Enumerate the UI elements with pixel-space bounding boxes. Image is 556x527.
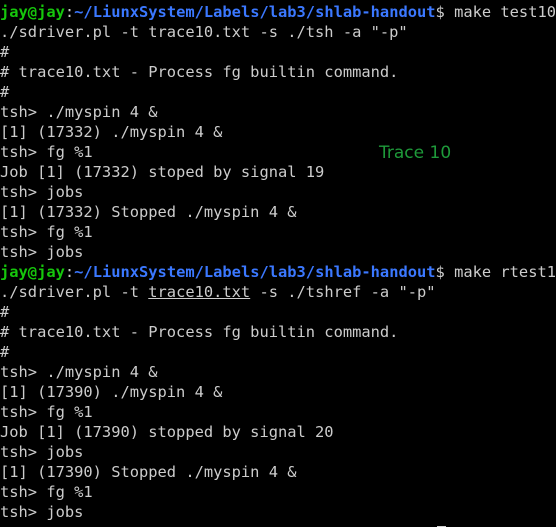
command-text: $ make rtest10 <box>435 263 556 281</box>
output-line: # trace10.txt - Process fg builtin comma… <box>0 323 399 341</box>
output-line: tsh> jobs <box>0 243 84 261</box>
output-line: tsh> jobs <box>0 443 84 461</box>
output-line: tsh> ./myspin 4 & <box>0 363 158 381</box>
prompt-line-test10: jay@jay:~/LiunxSystem/Labels/lab3/shlab-… <box>0 2 556 22</box>
output-line: ./sdriver.pl -t trace10.txt -s ./tsh -a … <box>0 23 408 41</box>
output-line: tsh> jobs <box>0 183 84 201</box>
output-line: # <box>0 83 10 101</box>
prompt-separator: : <box>64 263 75 281</box>
output-line: tsh> ./myspin 4 & <box>0 103 158 121</box>
output-line: tsh> jobs <box>0 503 84 521</box>
output-line: # <box>0 43 10 61</box>
output-line: # trace10.txt - Process fg builtin comma… <box>0 63 399 81</box>
output-line: [1] (17332) Stopped ./myspin 4 & <box>0 203 297 221</box>
command-text: $ make test10 <box>435 3 556 21</box>
output-line: tsh> fg %1 <box>0 143 93 161</box>
output-line: tsh> fg %1 <box>0 223 93 241</box>
output-line: tsh> fg %1 <box>0 483 93 501</box>
output-line: Job [1] (17332) stoped by signal 19 <box>0 163 325 181</box>
output-line: [1] (17332) ./myspin 4 & <box>0 123 223 141</box>
output-line: [1] (17390) Stopped ./myspin 4 & <box>0 463 297 481</box>
output-line: # <box>0 343 10 361</box>
prompt-line-rtest10: jay@jay:~/LiunxSystem/Labels/lab3/shlab-… <box>0 262 556 282</box>
underlined-filename: trace10.txt <box>148 283 251 301</box>
prompt-user: jay@jay <box>0 263 65 281</box>
output-text: ./sdriver.pl -t <box>0 283 149 301</box>
output-line: # <box>0 303 10 321</box>
output-line: ./sdriver.pl -t trace10.txt -s ./tshref … <box>0 282 436 302</box>
output-line: Job [1] (17390) stopped by signal 20 <box>0 423 334 441</box>
terminal-window[interactable]: jay@jay:~/LiunxSystem/Labels/lab3/shlab-… <box>0 0 556 527</box>
output-line: [1] (17390) ./myspin 4 & <box>0 383 223 401</box>
output-text: -s ./tshref -a "-p" <box>250 283 436 301</box>
trace-annotation-label: Trace 10 <box>379 143 452 163</box>
terminal-cursor <box>437 522 446 527</box>
prompt-path: ~/LiunxSystem/Labels/lab3/shlab-handout <box>74 3 436 21</box>
prompt-user: jay@jay <box>0 3 65 21</box>
prompt-separator: : <box>64 3 75 21</box>
output-line: tsh> fg %1 <box>0 403 93 421</box>
prompt-path: ~/LiunxSystem/Labels/lab3/shlab-handout <box>74 263 436 281</box>
